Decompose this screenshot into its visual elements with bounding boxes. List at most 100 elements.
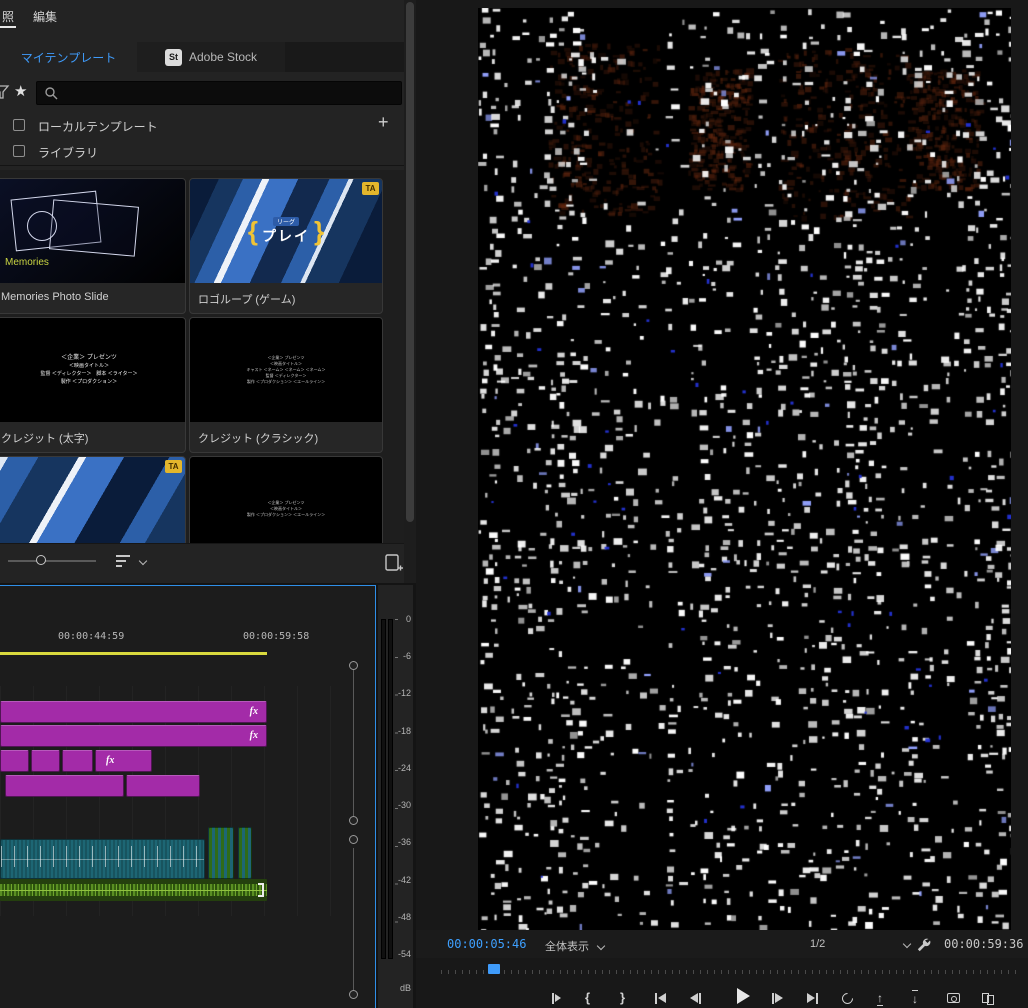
- program-scrubber: [416, 958, 1028, 982]
- meter-tick-label: -42: [397, 875, 411, 885]
- scrollbar-handle[interactable]: [349, 661, 358, 670]
- meter-tick-label: -12: [397, 688, 411, 698]
- video-clip[interactable]: [126, 775, 200, 797]
- playback-resolution-dropdown[interactable]: 1/2: [810, 938, 912, 950]
- essential-graphics-panel: 照 編集 マイテンプレート St Adobe Stock ★ ローカルテンプレー…: [0, 0, 404, 583]
- thumbnail-size-slider-knob[interactable]: [36, 555, 46, 565]
- meter-tick-label: -30: [397, 800, 411, 810]
- video-clip[interactable]: fx: [95, 750, 152, 772]
- meter-tick-label: 0: [405, 614, 411, 624]
- current-timecode[interactable]: 00:00:05:46: [447, 937, 526, 951]
- menu-tab-edit[interactable]: 編集: [33, 8, 57, 25]
- template-grid: Memories Memories Photo Slide TA { リーグ プ…: [0, 170, 404, 543]
- scrubber-tick-marks[interactable]: [441, 970, 1016, 974]
- track-scrollbar[interactable]: [353, 848, 354, 990]
- scrubber-playhead[interactable]: [488, 964, 500, 974]
- mark-in-button[interactable]: {: [585, 990, 590, 1006]
- lift-button[interactable]: ↑: [877, 990, 883, 1006]
- filter-funnel-icon[interactable]: [0, 84, 10, 100]
- scrollbar-handle[interactable]: [349, 816, 358, 825]
- fx-badge: fx: [249, 706, 258, 717]
- meter-tick-marks: [395, 619, 398, 959]
- menu-tab-browse[interactable]: 照: [2, 8, 14, 25]
- left-brace-graphic: {: [247, 216, 258, 246]
- add-template-button[interactable]: +: [378, 112, 389, 133]
- divider: [0, 165, 404, 166]
- waveform-centerline: [1, 859, 204, 860]
- audio-track-clip[interactable]: [0, 879, 267, 901]
- scrollbar-handle[interactable]: [349, 990, 358, 999]
- template-card-memories[interactable]: Memories Memories Photo Slide: [0, 178, 186, 314]
- mark-out-button[interactable]: }: [620, 990, 625, 1006]
- add-marker-button[interactable]: [552, 990, 561, 1006]
- template-card-credits-classic[interactable]: ＜企業＞ プレゼンツ ＜映画タイトル＞ キャスト ＜ネーム＞ ＜ネーム＞ ＜ネー…: [189, 317, 383, 453]
- step-forward-button[interactable]: [772, 990, 783, 1006]
- zoom-level-dropdown[interactable]: 全体表示: [545, 938, 606, 954]
- meter-tick-label: -24: [397, 763, 411, 773]
- audio-meter-panel: 0 -6 -12 -18 -24 -30 -36 -42 -48 -54 dB: [377, 585, 413, 1008]
- search-input[interactable]: [36, 81, 402, 105]
- template-card-partial-credits[interactable]: ＜企業＞ プレゼンツ ＜映画タイトル＞ 製作 ＜プロダクション＞ ＜エールライン…: [189, 456, 383, 543]
- chevron-down-icon[interactable]: [138, 556, 148, 566]
- video-clip[interactable]: [0, 750, 29, 772]
- thumb-logo-group: { リーグ プレイ }: [190, 179, 382, 283]
- play-button[interactable]: [737, 988, 750, 1004]
- track-scrollbar[interactable]: [353, 670, 354, 816]
- video-clip[interactable]: [62, 750, 93, 772]
- program-monitor-panel: 00:00:05:46 全体表示 1/2 00:00:59:36 { } ↑ ↓: [416, 0, 1028, 1008]
- tab-my-templates-label: マイテンプレート: [20, 50, 117, 65]
- thumbnail-size-slider-track[interactable]: [8, 560, 96, 562]
- template-card-logo-loop[interactable]: TA { リーグ プレイ } ロゴループ (ゲーム): [189, 178, 383, 314]
- video-clip[interactable]: fx: [0, 725, 267, 747]
- libraries-checkbox[interactable]: [13, 145, 25, 157]
- work-area-bar[interactable]: [0, 652, 267, 655]
- export-frame-button[interactable]: [947, 990, 960, 1006]
- loop-button[interactable]: [839, 990, 856, 1006]
- tab-my-templates[interactable]: マイテンプレート: [0, 42, 137, 72]
- ruler-timecode: 00:00:59:58: [243, 631, 310, 642]
- comparison-view-button[interactable]: [982, 990, 994, 1006]
- audio-clip[interactable]: [238, 827, 252, 879]
- waveform-centerline: [0, 890, 267, 891]
- video-clip[interactable]: [31, 750, 60, 772]
- panel-scrollbar-thumb[interactable]: [406, 2, 414, 522]
- template-card-partial-blue[interactable]: TA: [0, 456, 186, 543]
- favorites-star-icon[interactable]: ★: [14, 82, 27, 100]
- tab-adobe-stock-label: Adobe Stock: [188, 50, 258, 64]
- fx-badge: fx: [106, 755, 115, 766]
- go-to-in-button[interactable]: [655, 990, 666, 1006]
- video-clip[interactable]: [5, 775, 124, 797]
- template-thumbnail: TA { リーグ プレイ }: [190, 179, 382, 283]
- template-card-credits-bold[interactable]: ＜企業＞ プレゼンツ ＜映画タイトル＞ 監督 ＜ディレクター＞ 脚本 ＜ライター…: [0, 317, 186, 453]
- audio-meter-bar-right: [388, 619, 393, 959]
- photo-frame-shape: [48, 199, 140, 257]
- zoom-level-value: 全体表示: [545, 941, 589, 953]
- scrollbar-handle[interactable]: [349, 835, 358, 844]
- local-templates-label[interactable]: ローカルテンプレート: [38, 118, 158, 135]
- libraries-label[interactable]: ライブラリ: [38, 144, 98, 161]
- audio-clip[interactable]: [0, 839, 205, 879]
- template-thumbnail: TA: [0, 457, 185, 543]
- clip-end-bracket: [258, 883, 264, 897]
- sort-options-button[interactable]: [116, 555, 130, 567]
- panel-scrollbar: [404, 0, 416, 583]
- meter-unit-label: dB: [399, 983, 411, 993]
- template-thumbnail: ＜企業＞ プレゼンツ ＜映画タイトル＞ 製作 ＜プロダクション＞ ＜エールライン…: [190, 457, 382, 543]
- new-item-icon[interactable]: [384, 553, 403, 573]
- ruler-timecode: 00:00:44:59: [58, 631, 125, 642]
- program-video-canvas: [478, 8, 1011, 930]
- active-tab-underline: [0, 26, 16, 28]
- extract-button[interactable]: ↓: [912, 990, 918, 1006]
- video-clip[interactable]: fx: [0, 701, 267, 723]
- thumb-credit-lines: ＜企業＞ プレゼンツ ＜映画タイトル＞ 製作 ＜プロダクション＞ ＜エールライン…: [246, 500, 326, 517]
- local-templates-checkbox[interactable]: [13, 119, 25, 131]
- template-source-tabs: マイテンプレート St Adobe Stock: [0, 42, 404, 72]
- audio-clip[interactable]: [208, 827, 234, 879]
- step-back-button[interactable]: [690, 990, 701, 1006]
- meter-tick-label: -48: [397, 912, 411, 922]
- thumb-subtitle-text: リーグ: [272, 216, 299, 226]
- settings-wrench-icon[interactable]: [916, 937, 931, 952]
- tab-adobe-stock[interactable]: St Adobe Stock: [137, 42, 285, 72]
- go-to-out-button[interactable]: [807, 990, 818, 1006]
- circle-shape: [27, 211, 57, 241]
